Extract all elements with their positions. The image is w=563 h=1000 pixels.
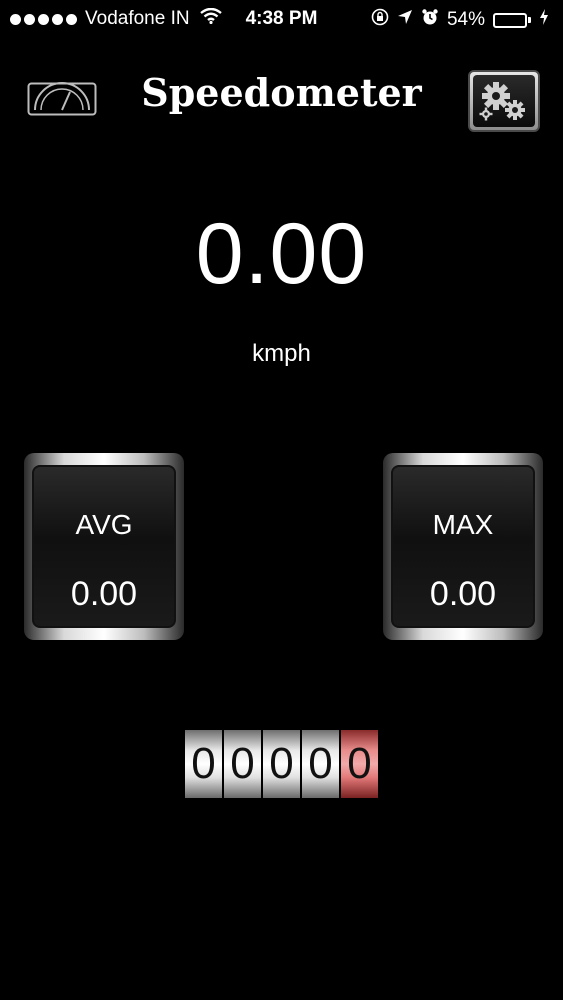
max-value: 0.00: [429, 575, 497, 613]
current-speed-value: 0.00: [195, 206, 368, 302]
battery-icon: [493, 12, 531, 28]
odometer: 0 0 0 0 0: [185, 730, 378, 798]
odometer-digit-last: 0: [341, 730, 378, 798]
charging-bolt-icon: [539, 9, 549, 31]
max-speed-card: MAX 0.00: [383, 453, 543, 640]
alarm-icon: [421, 8, 439, 32]
avg-speed-card: AVG 0.00: [24, 453, 184, 640]
max-label: MAX: [432, 509, 494, 540]
gear-icon: [479, 82, 525, 121]
odometer-digit: 0: [224, 730, 261, 798]
odometer-digit: 0: [302, 730, 339, 798]
avg-value: 0.00: [70, 575, 138, 613]
status-bar: Vodafone IN 4:38 PM 54%: [0, 0, 563, 40]
odometer-digit: 0: [263, 730, 300, 798]
settings-button[interactable]: [468, 70, 540, 132]
orientation-lock-icon: [371, 8, 389, 32]
battery-percent: 54%: [446, 9, 485, 30]
location-arrow-icon: [397, 9, 413, 31]
status-right: 54%: [371, 8, 549, 32]
odometer-digit: 0: [185, 730, 222, 798]
avg-label: AVG: [75, 509, 133, 540]
speed-unit-label: kmph: [252, 340, 311, 367]
